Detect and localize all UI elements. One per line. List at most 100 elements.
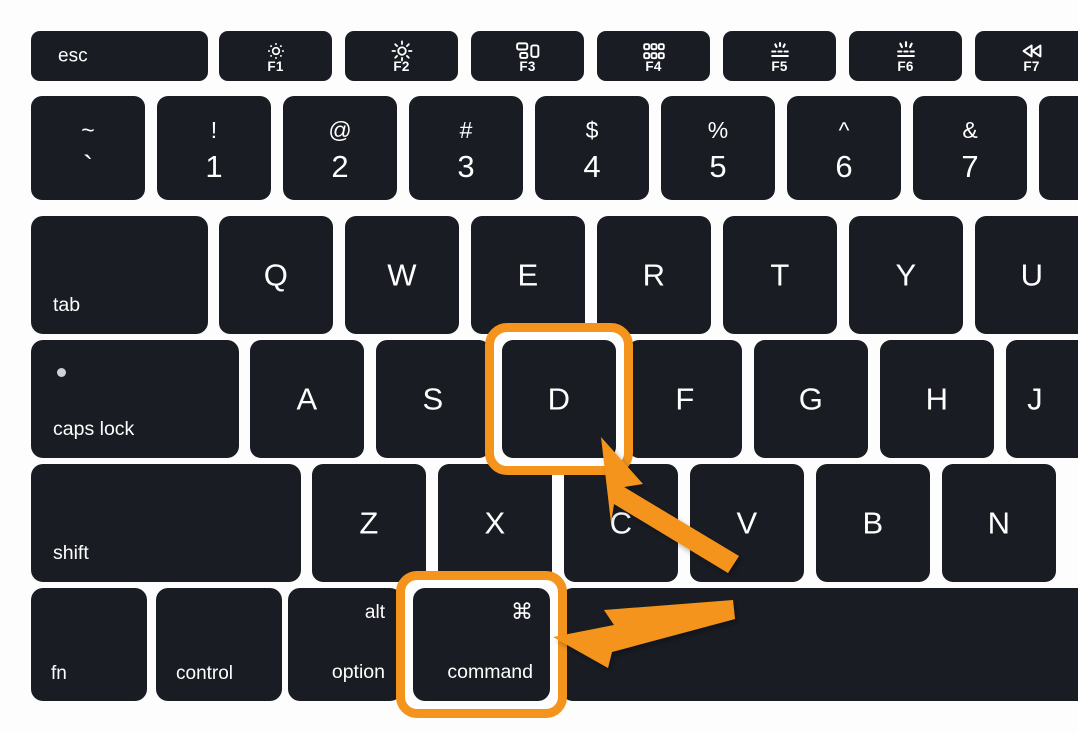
key-g-label: G <box>798 381 824 417</box>
key-option-label: option <box>331 660 385 683</box>
command-glyph-icon: ⌘ <box>511 599 533 624</box>
key-f5-label: F5 <box>771 59 788 74</box>
key-space[interactable] <box>561 588 1078 701</box>
key-z[interactable]: Z <box>312 464 426 582</box>
key-tab[interactable]: tab <box>31 216 208 334</box>
key-shift[interactable]: shift <box>31 464 301 582</box>
key-n-label: N <box>987 505 1011 541</box>
key-1-lower: 1 <box>205 149 223 184</box>
key-x[interactable]: X <box>438 464 552 582</box>
key-2-upper: @ <box>328 117 352 143</box>
key-f2-label: F2 <box>393 59 410 74</box>
key-2-lower: 2 <box>331 149 349 184</box>
key-d-label: D <box>547 381 571 417</box>
key-b-label: B <box>862 505 884 541</box>
key-1[interactable]: ! 1 <box>157 96 271 200</box>
key-f2[interactable]: F2 <box>345 31 458 81</box>
mac-keyboard: esc F1 F2 F3 F4 F5 F6 F7 ~ ` ! 1 @ 2 # 3… <box>0 0 1078 732</box>
key-u[interactable]: U <box>975 216 1078 334</box>
key-r-label: R <box>642 257 666 293</box>
key-s[interactable]: S <box>376 340 490 458</box>
key-backtick-upper: ~ <box>81 117 95 143</box>
key-a[interactable]: A <box>250 340 364 458</box>
key-option[interactable]: alt option <box>288 588 402 701</box>
key-w-label: W <box>387 257 417 293</box>
key-g[interactable]: G <box>754 340 868 458</box>
key-w[interactable]: W <box>345 216 459 334</box>
key-y[interactable]: Y <box>849 216 963 334</box>
key-backtick[interactable]: ~ ` <box>31 96 145 200</box>
key-d[interactable]: D <box>502 340 616 458</box>
key-v-label: V <box>736 505 758 541</box>
key-option-alt-label: alt <box>364 602 385 623</box>
key-f1[interactable]: F1 <box>219 31 332 81</box>
key-4-lower: 4 <box>583 149 601 184</box>
key-c[interactable]: C <box>564 464 678 582</box>
key-y-label: Y <box>895 257 917 293</box>
key-7-lower: 7 <box>961 149 979 184</box>
key-f1-label: F1 <box>267 59 284 74</box>
key-control[interactable]: control <box>156 588 282 701</box>
key-s-label: S <box>422 381 444 417</box>
key-h-label: H <box>925 381 949 417</box>
key-esc[interactable]: esc <box>31 31 208 81</box>
key-q-label: Q <box>263 257 289 293</box>
key-8-partial[interactable] <box>1039 96 1078 200</box>
key-h[interactable]: H <box>880 340 994 458</box>
key-4-upper: $ <box>585 117 599 143</box>
key-q[interactable]: Q <box>219 216 333 334</box>
key-2[interactable]: @ 2 <box>283 96 397 200</box>
key-3[interactable]: # 3 <box>409 96 523 200</box>
key-tab-label: tab <box>53 293 81 316</box>
key-f4[interactable]: F4 <box>597 31 710 81</box>
key-b[interactable]: B <box>816 464 930 582</box>
key-4[interactable]: $ 4 <box>535 96 649 200</box>
key-fn-label: fn <box>51 663 67 684</box>
key-v[interactable]: V <box>690 464 804 582</box>
key-caps-lock[interactable]: caps lock <box>31 340 239 458</box>
key-f7[interactable]: F7 <box>975 31 1078 81</box>
key-z-label: Z <box>359 505 379 541</box>
key-f5[interactable]: F5 <box>723 31 836 81</box>
key-5[interactable]: % 5 <box>661 96 775 200</box>
key-esc-label: esc <box>58 45 88 67</box>
key-f6-label: F6 <box>897 59 914 74</box>
key-x-label: X <box>484 505 506 541</box>
key-7-upper: & <box>962 117 978 143</box>
key-backtick-lower: ` <box>82 149 94 184</box>
key-f[interactable]: F <box>628 340 742 458</box>
key-3-upper: # <box>459 117 473 143</box>
key-f4-label: F4 <box>645 59 662 74</box>
key-1-upper: ! <box>210 117 218 143</box>
key-j-label: J <box>1027 381 1043 417</box>
key-t[interactable]: T <box>723 216 837 334</box>
key-f-label: F <box>675 381 695 417</box>
key-6-lower: 6 <box>835 149 853 184</box>
key-e-label: E <box>517 257 539 293</box>
caps-lock-indicator-icon <box>57 368 66 377</box>
key-shift-label: shift <box>53 541 89 564</box>
key-command-label: command <box>447 660 533 683</box>
key-r[interactable]: R <box>597 216 711 334</box>
key-f3-label: F3 <box>519 59 536 74</box>
key-f3[interactable]: F3 <box>471 31 584 81</box>
key-3-lower: 3 <box>457 149 475 184</box>
key-t-label: T <box>770 257 790 293</box>
key-c-label: C <box>609 505 633 541</box>
key-f6[interactable]: F6 <box>849 31 962 81</box>
key-e[interactable]: E <box>471 216 585 334</box>
key-command[interactable]: ⌘ command <box>413 588 550 701</box>
key-n[interactable]: N <box>942 464 1056 582</box>
key-fn[interactable]: fn <box>31 588 147 701</box>
key-control-label: control <box>176 663 234 684</box>
key-5-lower: 5 <box>709 149 727 184</box>
key-7[interactable]: & 7 <box>913 96 1027 200</box>
key-j[interactable]: J <box>1006 340 1078 458</box>
key-a-label: A <box>296 381 318 417</box>
key-6[interactable]: ^ 6 <box>787 96 901 200</box>
key-5-upper: % <box>707 117 729 143</box>
key-caps-lock-label: caps lock <box>53 417 135 440</box>
key-f7-label: F7 <box>1023 59 1040 74</box>
key-6-upper: ^ <box>838 117 850 143</box>
key-u-label: U <box>1020 257 1044 293</box>
